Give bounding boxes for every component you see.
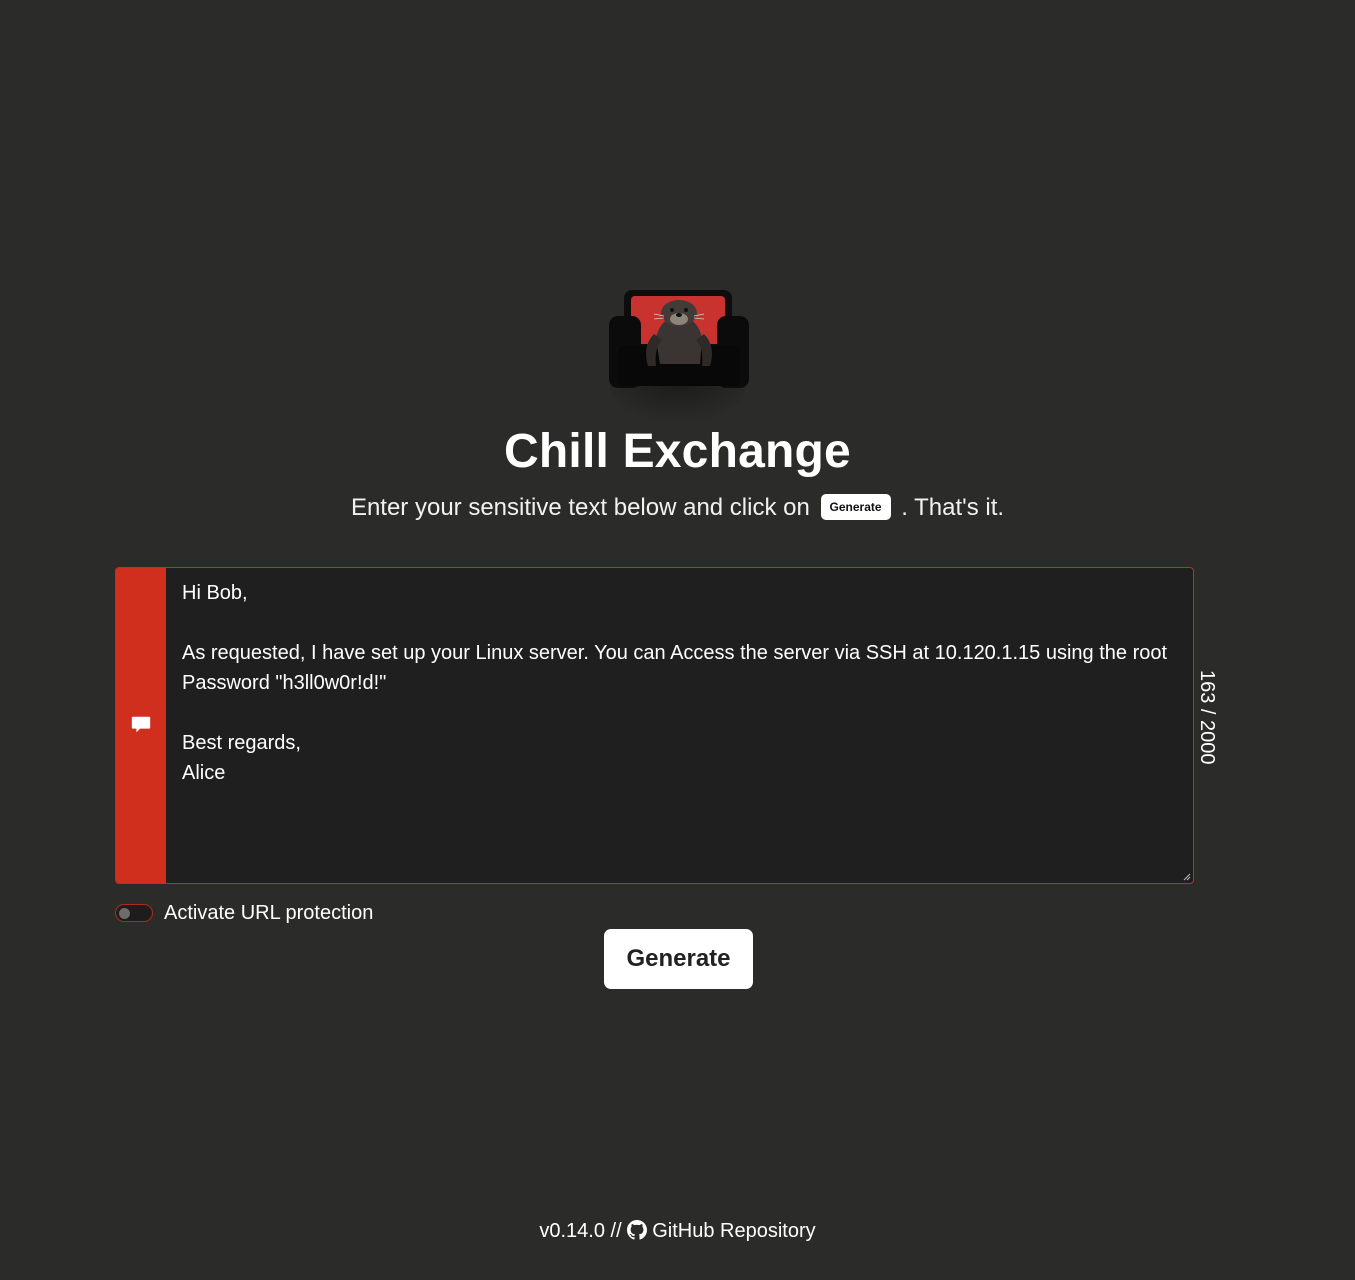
footer: v0.14.0 // GitHub Repository xyxy=(0,1220,1355,1243)
generate-button[interactable]: Generate xyxy=(604,929,753,989)
character-counter: 163 / 2000 xyxy=(1196,670,1218,765)
app-title: Chill Exchange xyxy=(504,425,851,478)
url-protection-label[interactable]: Activate URL protection xyxy=(164,902,373,925)
message-text[interactable]: Hi Bob, As requested, I have set up your… xyxy=(182,578,1172,788)
message-addon xyxy=(116,568,166,883)
github-icon xyxy=(627,1220,648,1240)
url-protection-row: Activate URL protection xyxy=(115,900,373,926)
toggle-knob xyxy=(119,908,130,919)
url-protection-toggle[interactable] xyxy=(115,904,153,922)
subtitle: Enter your sensitive text below and clic… xyxy=(0,493,1355,522)
subtitle-text: Enter your sensitive text below and clic… xyxy=(350,494,810,521)
otter-sofa-logo xyxy=(609,290,749,422)
resize-handle-icon[interactable] xyxy=(1183,873,1191,881)
message-textarea[interactable]: Hi Bob, As requested, I have set up your… xyxy=(115,567,1194,884)
subtitle-generate-chip: Generate xyxy=(820,493,891,520)
github-repository-label[interactable]: GitHub Repository xyxy=(652,1220,815,1242)
version-text: v0.14.0 // xyxy=(539,1220,622,1242)
chat-bubble-icon xyxy=(131,716,151,733)
subtitle-suffix: . That's it. xyxy=(901,494,1005,521)
page: Chill Exchange Enter your sensitive text… xyxy=(0,0,1355,1280)
github-repository-link[interactable]: GitHub Repository xyxy=(627,1220,816,1242)
